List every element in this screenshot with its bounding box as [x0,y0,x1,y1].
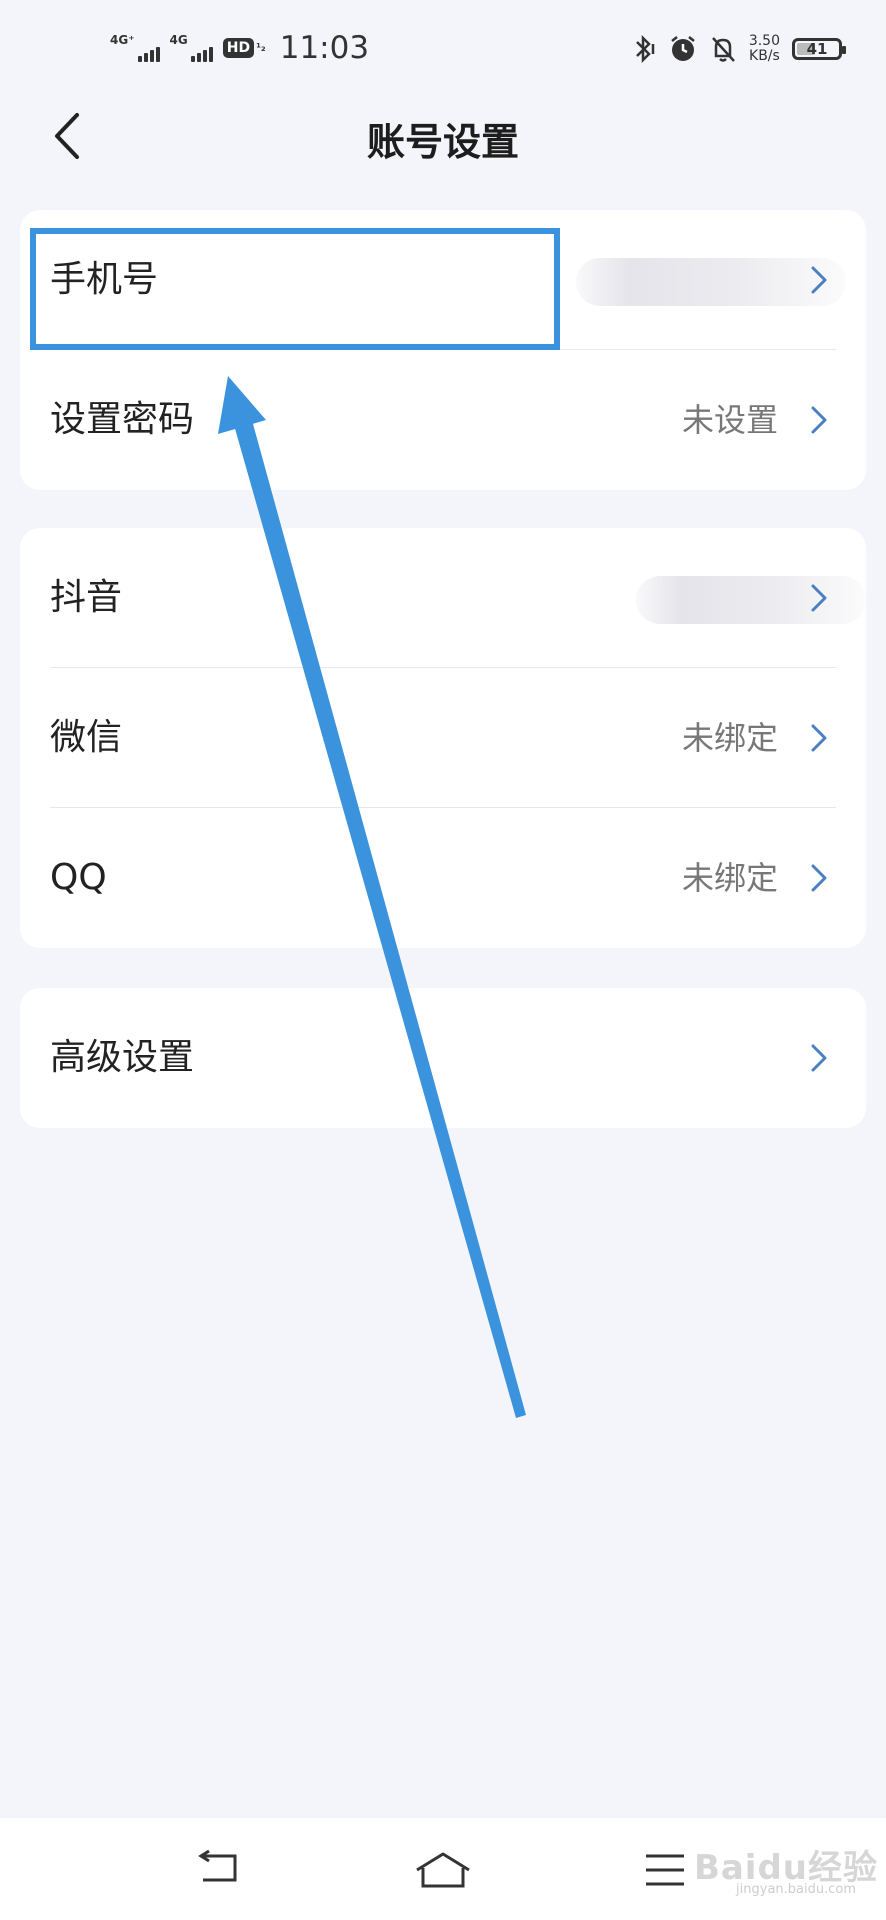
chevron-right-icon [811,266,827,294]
bluetooth-icon [635,34,655,64]
row-douyin-label: 抖音 [50,577,123,618]
network-speed: 3.50 KB/s [748,33,780,64]
row-password-label: 设置密码 [50,399,195,440]
menu-icon [646,1854,684,1886]
row-qq-value: 未绑定 [681,859,778,897]
row-wechat[interactable]: 微信 未绑定 [20,668,866,808]
row-password-value: 未设置 [681,401,778,439]
annotation-highlight-box [30,228,560,350]
nav-home-button[interactable] [413,1848,473,1892]
return-arrow-icon [198,1849,237,1882]
status-bar: 4G⁺ 4G HD ¹₂ 11:03 3.50 KB/s 41 [0,0,886,100]
app-header: 账号设置 [0,95,886,177]
battery-icon: 41 [792,38,846,60]
row-advanced-label: 高级设置 [50,1037,195,1078]
home-icon [416,1852,470,1888]
row-advanced-settings[interactable]: 高级设置 [20,988,866,1128]
row-wechat-label: 微信 [50,717,123,758]
chevron-right-icon [811,864,827,892]
redacted-douyin-account [636,576,866,624]
hd-sub-label: ¹₂ [256,41,266,54]
signal-4g-plus-icon: 4G⁺ [110,34,160,62]
signal-4g-icon: 4G [170,34,213,62]
bindings-card: 抖音 微信 未绑定 QQ 未绑定 [20,528,866,948]
system-nav-bar: Baidu经验 jingyan.baidu.com [0,1818,886,1920]
row-qq[interactable]: QQ 未绑定 [20,808,866,948]
row-wechat-value: 未绑定 [681,719,778,757]
row-douyin[interactable]: 抖音 [20,528,866,668]
page-title: 账号设置 [366,120,519,164]
status-time: 11:03 [279,30,370,66]
chevron-right-icon [811,584,827,612]
watermark-url: jingyan.baidu.com [736,1882,856,1897]
hd-voice-icon: HD [222,38,255,58]
row-set-password[interactable]: 设置密码 未设置 [20,350,866,490]
status-left: 4G⁺ 4G HD ¹₂ 11:03 [110,28,369,68]
redacted-phone-number [576,258,846,306]
nav-menu-button[interactable] [640,1848,700,1892]
advanced-card: 高级设置 [20,988,866,1128]
row-qq-label: QQ [50,857,107,898]
nav-back-button[interactable] [195,1848,255,1892]
mute-bell-icon [711,37,735,62]
chevron-right-icon [811,406,827,434]
status-right: 3.50 KB/s 41 [631,30,846,68]
chevron-right-icon [811,724,827,752]
chevron-right-icon [811,1044,827,1072]
alarm-icon [671,36,695,61]
